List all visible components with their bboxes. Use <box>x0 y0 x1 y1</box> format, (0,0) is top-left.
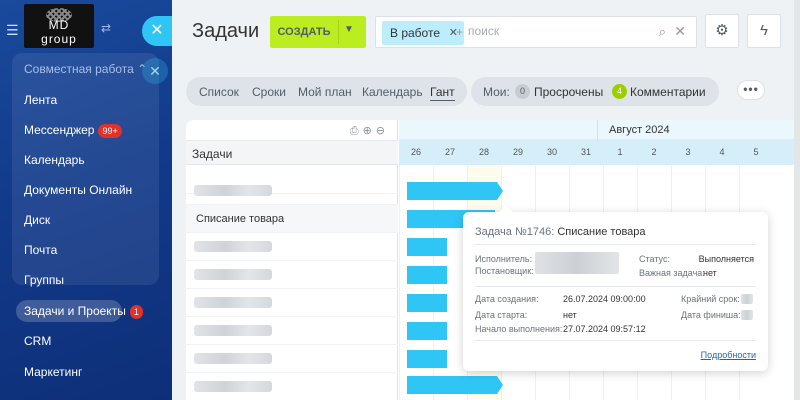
task-bar[interactable] <box>407 182 503 200</box>
notification-badge: 1 <box>129 304 143 319</box>
automation-button[interactable]: ϟ <box>747 14 781 48</box>
redacted-assignee <box>535 252 619 274</box>
task-bar[interactable] <box>407 322 447 340</box>
table-row[interactable] <box>186 177 398 205</box>
table-row[interactable]: Списание товара <box>186 205 398 233</box>
day-gridline <box>399 165 400 400</box>
day-label: 5 <box>753 147 759 157</box>
page-title: Задачи <box>192 20 260 42</box>
day-label: 26 <box>410 147 421 157</box>
days-header: 26 27 28 29 30 31 1 2 3 4 5 <box>399 140 800 165</box>
tab-calendar[interactable]: Календарь <box>362 85 423 99</box>
close-slider-button[interactable]: ✕ <box>142 16 172 46</box>
overdue-filter[interactable]: Просрочены <box>534 85 603 99</box>
sidebar-item-crm[interactable]: CRM <box>24 334 51 348</box>
sidebar-item-docs[interactable]: Документы Онлайн <box>24 183 132 197</box>
day-label: 2 <box>651 147 657 157</box>
sidebar-item-feed[interactable]: Лента <box>24 93 57 107</box>
sidebar-item-tasks[interactable]: Задачи и Проекты 1 <box>24 304 143 319</box>
table-row[interactable] <box>186 345 398 373</box>
sidebar-item-groups[interactable]: Группы <box>24 273 64 287</box>
day-label: 27 <box>444 147 455 157</box>
task-bar[interactable] <box>407 238 447 256</box>
day-label: 1 <box>617 147 623 157</box>
month-header: Август 2024 <box>399 120 800 140</box>
lightning-icon: ϟ <box>760 22 768 39</box>
day-label: 29 <box>512 147 523 157</box>
more-options-button[interactable]: ••• <box>737 80 765 100</box>
settings-button[interactable]: ⚙ <box>705 14 739 48</box>
day-label: 4 <box>719 147 725 157</box>
comments-filter[interactable]: Комментарии <box>630 85 706 99</box>
tab-list[interactable]: Список <box>199 85 239 99</box>
dropdown-arrow-icon[interactable]: ▼ <box>344 24 354 35</box>
sidebar-item-calendar[interactable]: Календарь <box>24 153 85 167</box>
redacted-finish <box>741 310 753 320</box>
tab-gantt[interactable]: Гант <box>430 85 455 101</box>
redacted-text <box>194 185 272 196</box>
redacted-text <box>194 269 272 280</box>
redacted-deadline <box>741 294 753 304</box>
popup-title: Задача №1746: Списание товара <box>475 226 646 238</box>
day-label: 30 <box>546 147 557 157</box>
table-row[interactable] <box>186 317 398 345</box>
search-input[interactable] <box>468 24 648 38</box>
sidebar: ☰ MD group ⇄ Совместная работа ⌃ Лента М… <box>0 0 172 400</box>
overdue-count: 0 <box>515 84 530 99</box>
sidebar-section-header[interactable]: Совместная работа ⌃ <box>24 62 147 76</box>
close-secondary-button[interactable]: ✕ <box>142 58 168 84</box>
table-row[interactable] <box>186 373 398 400</box>
counters-bar: Мои: 0 Просрочены 4 Комментарии <box>471 77 719 106</box>
print-icon[interactable]: ⎙ <box>350 125 363 137</box>
redacted-text <box>194 325 272 336</box>
tab-deadlines[interactable]: Сроки <box>252 85 286 99</box>
menu-icon[interactable]: ☰ <box>6 22 19 39</box>
task-bar[interactable] <box>407 376 503 394</box>
day-label: 28 <box>478 147 489 157</box>
status-value: Выполняется <box>698 254 754 264</box>
task-tooltip-popup: Задача №1746: Списание товара Исполнител… <box>463 205 768 371</box>
create-button[interactable]: СОЗДАТЬ ▼ <box>270 16 366 48</box>
comments-count: 4 <box>612 84 627 99</box>
zoom-out-icon[interactable]: ⊖ <box>376 125 389 137</box>
filter-search-box[interactable]: В работе✕ + ⌕ ✕ <box>375 16 697 48</box>
redacted-text <box>194 241 272 252</box>
notification-badge: 99+ <box>98 123 122 138</box>
tasks-column-header: Задачи <box>186 140 398 165</box>
scrollbar[interactable] <box>794 0 800 400</box>
day-label: 3 <box>685 147 691 157</box>
sidebar-item-messenger[interactable]: Мессенджер 99+ <box>24 123 122 138</box>
task-list-pane: ⎙⊕⊖ Задачи Списание товара <box>186 120 398 400</box>
view-switcher: Список Сроки Мой план Календарь Гант <box>186 77 467 106</box>
details-link[interactable]: Подробности <box>701 350 756 360</box>
sidebar-item-mail[interactable]: Почта <box>24 243 57 257</box>
redacted-text <box>194 297 272 308</box>
tab-my-plan[interactable]: Мой план <box>298 85 352 99</box>
filter-chip[interactable]: В работе ✕ <box>382 21 465 45</box>
zoom-in-icon[interactable]: ⊕ <box>363 125 376 137</box>
task-bar[interactable] <box>407 266 447 284</box>
day-label: 31 <box>580 147 591 157</box>
sidebar-item-disk[interactable]: Диск <box>24 213 50 227</box>
gear-icon: ⚙ <box>715 22 729 39</box>
search-icon[interactable]: ⌕ <box>659 24 666 40</box>
company-logo[interactable]: MD group <box>24 4 94 48</box>
gantt-toolbar: ⎙⊕⊖ <box>350 124 389 138</box>
task-bar[interactable] <box>407 294 447 312</box>
clear-icon[interactable]: ✕ <box>674 23 686 40</box>
task-bar[interactable] <box>407 350 447 368</box>
swap-icon[interactable]: ⇄ <box>101 21 111 35</box>
table-row[interactable] <box>186 261 398 289</box>
add-filter-icon[interactable]: + <box>456 25 463 39</box>
close-icon: ✕ <box>150 22 164 39</box>
redacted-text <box>194 353 272 364</box>
table-row[interactable] <box>186 289 398 317</box>
table-row[interactable] <box>186 233 398 261</box>
redacted-text <box>194 381 272 392</box>
sidebar-item-marketing[interactable]: Маркетинг <box>24 365 82 379</box>
close-icon: ✕ <box>149 63 161 79</box>
